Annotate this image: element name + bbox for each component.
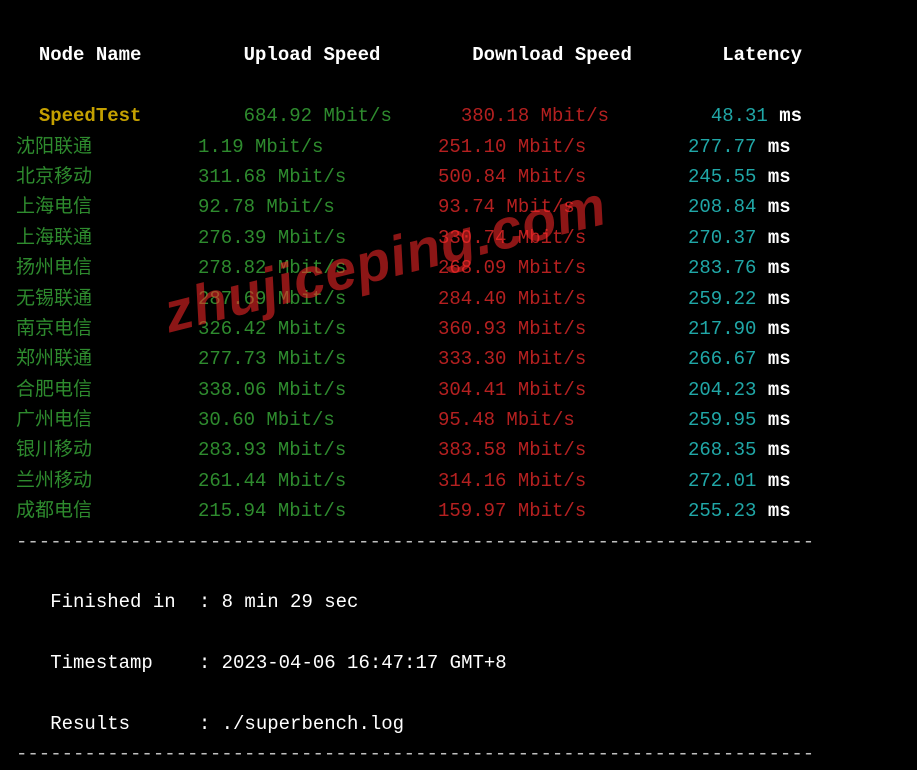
download-speed: 314.16 Mbit/s xyxy=(438,466,688,496)
table-row: 合肥电信338.06 Mbit/s304.41 Mbit/s204.23 ms xyxy=(16,375,901,405)
upload-speed: 287.69 Mbit/s xyxy=(198,284,438,314)
footer-finished-value: 8 min 29 sec xyxy=(222,591,359,613)
speedtest-latency: 48.31 ms xyxy=(711,101,802,131)
latency: 277.77 ms xyxy=(688,132,791,162)
node-name: 扬州电信 xyxy=(16,253,198,283)
table-row: 上海电信92.78 Mbit/s93.74 Mbit/s208.84 ms xyxy=(16,192,901,222)
node-name: 广州电信 xyxy=(16,405,198,435)
download-speed: 251.10 Mbit/s xyxy=(438,132,688,162)
latency: 272.01 ms xyxy=(688,466,791,496)
table-row: 兰州移动261.44 Mbit/s314.16 Mbit/s272.01 ms xyxy=(16,466,901,496)
table-row: 扬州电信278.82 Mbit/s268.09 Mbit/s283.76 ms xyxy=(16,253,901,283)
latency: 259.22 ms xyxy=(688,284,791,314)
table-row: 成都电信215.94 Mbit/s159.97 Mbit/s255.23 ms xyxy=(16,496,901,526)
footer-timestamp-value: 2023-04-06 16:47:17 GMT+8 xyxy=(222,652,507,674)
node-name: 郑州联通 xyxy=(16,344,198,374)
upload-speed: 278.82 Mbit/s xyxy=(198,253,438,283)
col-header-upload: Upload Speed xyxy=(221,40,461,70)
footer-finished-label: Finished in xyxy=(39,587,199,617)
speedtest-upload: 684.92 Mbit/s xyxy=(221,101,461,131)
upload-speed: 277.73 Mbit/s xyxy=(198,344,438,374)
upload-speed: 30.60 Mbit/s xyxy=(198,405,438,435)
latency: 283.76 ms xyxy=(688,253,791,283)
speedtest-node: SpeedTest xyxy=(39,101,221,131)
node-name: 合肥电信 xyxy=(16,375,198,405)
upload-speed: 1.19 Mbit/s xyxy=(198,132,438,162)
table-row: 上海联通276.39 Mbit/s330.74 Mbit/s270.37 ms xyxy=(16,223,901,253)
footer-results-label: Results xyxy=(39,709,199,739)
upload-speed: 215.94 Mbit/s xyxy=(198,496,438,526)
upload-speed: 326.42 Mbit/s xyxy=(198,314,438,344)
table-row: 北京移动311.68 Mbit/s500.84 Mbit/s245.55 ms xyxy=(16,162,901,192)
node-name: 成都电信 xyxy=(16,496,198,526)
footer-timestamp-label: Timestamp xyxy=(39,648,199,678)
download-speed: 333.30 Mbit/s xyxy=(438,344,688,374)
node-name: 沈阳联通 xyxy=(16,132,198,162)
node-name: 上海联通 xyxy=(16,223,198,253)
table-row: 银川移动283.93 Mbit/s383.58 Mbit/s268.35 ms xyxy=(16,435,901,465)
table-row: 广州电信30.60 Mbit/s95.48 Mbit/s259.95 ms xyxy=(16,405,901,435)
latency: 268.35 ms xyxy=(688,435,791,465)
speedtest-download: 380.18 Mbit/s xyxy=(461,101,711,131)
divider-line: ----------------------------------------… xyxy=(16,527,901,557)
upload-speed: 283.93 Mbit/s xyxy=(198,435,438,465)
table-row: 郑州联通277.73 Mbit/s333.30 Mbit/s266.67 ms xyxy=(16,344,901,374)
node-name: 南京电信 xyxy=(16,314,198,344)
col-header-latency: Latency xyxy=(711,40,802,70)
footer-timestamp: Timestamp: 2023-04-06 16:47:17 GMT+8 xyxy=(16,618,901,679)
download-speed: 159.97 Mbit/s xyxy=(438,496,688,526)
header-row: Node Name Upload Speed Download Speed La… xyxy=(16,10,901,71)
upload-speed: 92.78 Mbit/s xyxy=(198,192,438,222)
download-speed: 304.41 Mbit/s xyxy=(438,375,688,405)
table-row: 无锡联通287.69 Mbit/s284.40 Mbit/s259.22 ms xyxy=(16,284,901,314)
latency: 217.90 ms xyxy=(688,314,791,344)
latency: 208.84 ms xyxy=(688,192,791,222)
table-row: 南京电信326.42 Mbit/s360.93 Mbit/s217.90 ms xyxy=(16,314,901,344)
latency: 204.23 ms xyxy=(688,375,791,405)
upload-speed: 261.44 Mbit/s xyxy=(198,466,438,496)
node-name: 兰州移动 xyxy=(16,466,198,496)
upload-speed: 338.06 Mbit/s xyxy=(198,375,438,405)
latency: 245.55 ms xyxy=(688,162,791,192)
latency: 255.23 ms xyxy=(688,496,791,526)
footer-results-value: ./superbench.log xyxy=(222,713,404,735)
footer-finished: Finished in: 8 min 29 sec xyxy=(16,557,901,618)
node-name: 银川移动 xyxy=(16,435,198,465)
node-name: 北京移动 xyxy=(16,162,198,192)
col-header-node: Node Name xyxy=(39,40,221,70)
download-speed: 330.74 Mbit/s xyxy=(438,223,688,253)
latency: 266.67 ms xyxy=(688,344,791,374)
latency: 270.37 ms xyxy=(688,223,791,253)
divider-line-bottom: ----------------------------------------… xyxy=(16,739,901,769)
table-row: 沈阳联通1.19 Mbit/s251.10 Mbit/s277.77 ms xyxy=(16,132,901,162)
footer-results: Results: ./superbench.log xyxy=(16,679,901,740)
download-speed: 268.09 Mbit/s xyxy=(438,253,688,283)
download-speed: 500.84 Mbit/s xyxy=(438,162,688,192)
download-speed: 93.74 Mbit/s xyxy=(438,192,688,222)
node-name: 无锡联通 xyxy=(16,284,198,314)
download-speed: 383.58 Mbit/s xyxy=(438,435,688,465)
upload-speed: 311.68 Mbit/s xyxy=(198,162,438,192)
download-speed: 360.93 Mbit/s xyxy=(438,314,688,344)
latency: 259.95 ms xyxy=(688,405,791,435)
upload-speed: 276.39 Mbit/s xyxy=(198,223,438,253)
col-header-download: Download Speed xyxy=(461,40,711,70)
download-speed: 95.48 Mbit/s xyxy=(438,405,688,435)
download-speed: 284.40 Mbit/s xyxy=(438,284,688,314)
speedtest-row: SpeedTest 684.92 Mbit/s380.18 Mbit/s48.3… xyxy=(16,71,901,132)
node-name: 上海电信 xyxy=(16,192,198,222)
